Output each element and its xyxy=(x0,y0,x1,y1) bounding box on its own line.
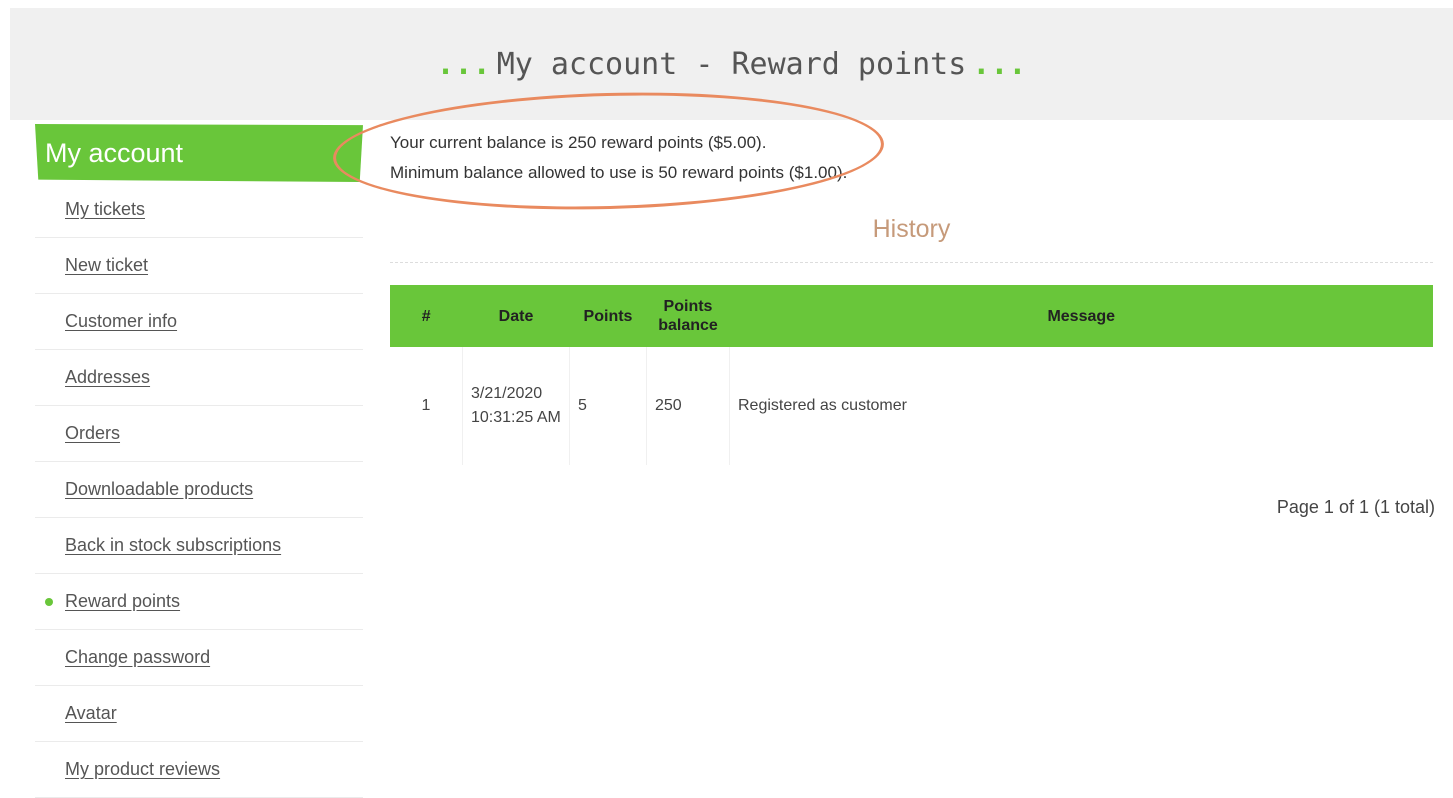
cell-message: Registered as customer xyxy=(738,397,907,414)
sidebar-title: My account xyxy=(35,124,363,182)
page-title: ... My account - Reward points... xyxy=(431,47,1033,82)
sidebar-link-orders[interactable]: Orders xyxy=(65,423,120,444)
balance-info: Your current balance is 250 reward point… xyxy=(390,128,847,188)
history-divider xyxy=(390,262,1433,263)
page-title-text: My account - Reward points xyxy=(496,46,967,82)
pager-text: Page 1 of 1 (1 total) xyxy=(1276,497,1435,517)
title-dots-left: ... xyxy=(436,46,491,82)
sidebar-link-addresses[interactable]: Addresses xyxy=(65,367,150,388)
column-header-date: Date xyxy=(462,285,570,347)
sidebar-item-addresses: Addresses xyxy=(35,350,363,406)
sidebar-link-reward-points[interactable]: Reward points xyxy=(65,591,180,612)
cell-number: 1 xyxy=(390,347,463,465)
history-header-row: # Date Points Points balance Message xyxy=(390,285,1433,347)
sidebar-link-back-in-stock[interactable]: Back in stock subscriptions xyxy=(65,535,281,556)
current-balance-text: Your current balance is 250 reward point… xyxy=(390,133,767,152)
sidebar-link-downloadable-products[interactable]: Downloadable products xyxy=(65,479,253,500)
sidebar-item-orders: Orders xyxy=(35,406,363,462)
sidebar-link-change-password[interactable]: Change password xyxy=(65,647,210,668)
sidebar-item-downloadable-products: Downloadable products xyxy=(35,462,363,518)
sidebar-link-avatar[interactable]: Avatar xyxy=(65,703,117,724)
column-header-points: Points xyxy=(569,285,647,347)
sidebar: My account My tickets New ticket Custome… xyxy=(35,124,363,798)
sidebar-link-new-ticket[interactable]: New ticket xyxy=(65,255,148,276)
sidebar-item-avatar: Avatar xyxy=(35,686,363,742)
page-header: ... My account - Reward points... xyxy=(10,8,1453,120)
sidebar-item-back-in-stock: Back in stock subscriptions xyxy=(35,518,363,574)
history-table: # Date Points Points balance Message 1 3… xyxy=(390,285,1433,465)
cell-points-balance: 250 xyxy=(646,347,730,465)
sidebar-link-customer-info[interactable]: Customer info xyxy=(65,311,177,332)
sidebar-item-product-reviews: My product reviews xyxy=(35,742,363,798)
sidebar-menu: My tickets New ticket Customer info Addr… xyxy=(35,182,363,798)
column-header-points-balance: Points balance xyxy=(646,285,730,347)
sidebar-link-product-reviews[interactable]: My product reviews xyxy=(65,759,220,780)
sidebar-item-change-password: Change password xyxy=(35,630,363,686)
minimum-balance-text: Minimum balance allowed to use is 50 rew… xyxy=(390,163,848,182)
sidebar-item-my-tickets: My tickets xyxy=(35,182,363,238)
history-title: History xyxy=(872,215,951,243)
active-bullet-icon xyxy=(45,598,53,606)
table-row: 1 3/21/2020 10:31:25 AM 5 250 Registered… xyxy=(390,347,1433,465)
sidebar-item-customer-info: Customer info xyxy=(35,294,363,350)
title-dots-right: ... xyxy=(972,46,1027,82)
cell-date: 3/21/2020 10:31:25 AM xyxy=(462,347,570,465)
cell-points: 5 xyxy=(569,347,647,465)
column-header-message: Message xyxy=(729,285,1433,347)
sidebar-link-my-tickets[interactable]: My tickets xyxy=(65,199,145,220)
sidebar-item-reward-points: Reward points xyxy=(35,574,363,630)
sidebar-item-new-ticket: New ticket xyxy=(35,238,363,294)
column-header-number: # xyxy=(390,285,463,347)
